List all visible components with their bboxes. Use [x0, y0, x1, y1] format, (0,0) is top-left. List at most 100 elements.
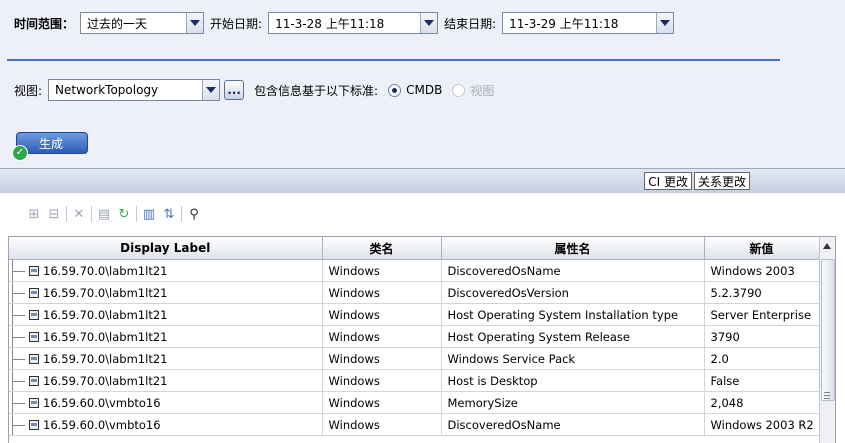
cell-new-value: 3790 — [704, 325, 820, 348]
table-row[interactable]: 16.59.70.0\labm1lt21 Windows DiscoveredOsN… — [9, 259, 820, 282]
browse-view-button[interactable]: ... — [224, 80, 245, 100]
radio-cmdb[interactable]: CMDB — [388, 83, 442, 97]
display-label-text: 16.59.70.0\labm1lt21 — [43, 307, 168, 322]
chevron-down-icon[interactable] — [420, 13, 438, 33]
properties-icon[interactable]: ▤ — [96, 206, 112, 222]
start-date-select[interactable]: 11-3-28 上午11:18 — [268, 12, 439, 34]
ci-node-icon — [29, 288, 39, 298]
display-label-text: 16.59.70.0\labm1lt21 — [43, 285, 168, 300]
tab-bar: CI 更改 关系更改 — [644, 172, 750, 190]
cell-attribute-name: Host Operating System Installation type — [441, 303, 705, 326]
refresh-icon[interactable]: ↻ — [116, 206, 132, 222]
tree-line — [12, 281, 25, 303]
radio-selected-icon — [388, 83, 402, 97]
display-label-text: 16.59.60.0\vmbto16 — [43, 395, 161, 410]
cell-display-label: 16.59.70.0\labm1lt21 — [9, 259, 323, 282]
search-icon[interactable]: ⚲ — [186, 206, 202, 222]
tree-line — [12, 325, 25, 347]
radio-cmdb-label: CMDB — [406, 83, 443, 97]
display-label-text: 16.59.70.0\labm1lt21 — [43, 329, 168, 344]
cell-class-name: Windows — [322, 369, 442, 392]
view-value: NetworkTopology — [55, 83, 159, 97]
generate-label: 生成 — [39, 136, 64, 151]
cell-new-value: False — [704, 369, 820, 392]
end-date-select[interactable]: 11-3-29 上午11:18 — [502, 12, 675, 34]
toolbar-separator — [181, 206, 182, 222]
cell-display-label: 16.59.60.0\vmbto16 — [9, 413, 323, 436]
delete-icon[interactable]: ✕ — [71, 206, 87, 222]
cell-attribute-name: Host is Desktop — [441, 369, 705, 392]
table-row[interactable]: 16.59.60.0\vmbto16 Windows DiscoveredOsNam… — [9, 413, 820, 436]
scrollbar-thumb[interactable] — [821, 259, 835, 401]
tree-line — [12, 303, 25, 325]
cell-class-name: Windows — [322, 325, 442, 348]
cell-attribute-name: Host Operating System Release — [441, 325, 705, 348]
radio-unselected-icon — [452, 83, 466, 97]
ci-changes-table: Display Label 类名 属性名 新值 16.59.70.0\labm1… — [8, 236, 836, 443]
column-header-new-value[interactable]: 新值 — [704, 237, 820, 260]
cell-class-name: Windows — [322, 413, 442, 436]
grid-toolbar: ⊞ ⊟ ✕ ▤ ↻ ▥ ⇅ ⚲ — [26, 204, 206, 224]
view-label: 视图: — [14, 83, 43, 98]
table-row[interactable]: 16.59.70.0\labm1lt21 Windows Host is Deskt… — [9, 369, 820, 392]
ci-node-icon — [29, 266, 39, 276]
cell-attribute-name: DiscoveredOsName — [441, 413, 705, 436]
table-header-row: Display Label 类名 属性名 新值 — [9, 237, 820, 260]
date-range-row: 时间范围： 过去的一天 开始日期: 11-3-28 上午11:18 结束日期: … — [14, 12, 675, 34]
vertical-scrollbar[interactable] — [819, 237, 835, 443]
ci-node-icon — [29, 332, 39, 342]
ci-node-icon — [29, 310, 39, 320]
table-row[interactable]: 16.59.70.0\labm1lt21 Windows Windows Servi… — [9, 347, 820, 370]
time-range-value: 过去的一天 — [87, 16, 148, 31]
section-divider — [7, 59, 780, 61]
column-header-class-name[interactable]: 类名 — [322, 237, 442, 260]
cell-display-label: 16.59.70.0\labm1lt21 — [9, 303, 323, 326]
tree-line — [12, 259, 25, 281]
display-label-text: 16.59.70.0\labm1lt21 — [43, 351, 168, 366]
cell-display-label: 16.59.70.0\labm1lt21 — [9, 281, 323, 304]
scroll-up-icon[interactable] — [823, 243, 831, 249]
columns-icon[interactable]: ▥ — [141, 206, 157, 222]
filter-panel: 时间范围： 过去的一天 开始日期: 11-3-28 上午11:18 结束日期: … — [0, 0, 845, 168]
display-label-text: 16.59.70.0\labm1lt21 — [43, 373, 168, 388]
cell-class-name: Windows — [322, 347, 442, 370]
cell-new-value: 2.0 — [704, 347, 820, 370]
radio-view[interactable]: 视图 — [452, 82, 494, 99]
ci-node-icon — [29, 420, 39, 430]
end-date-value: 11-3-29 上午11:18 — [509, 16, 619, 31]
check-icon: ✓ — [12, 145, 28, 161]
sort-icon[interactable]: ⇅ — [161, 206, 177, 222]
chevron-down-icon[interactable] — [202, 80, 220, 100]
display-label-text: 16.59.60.0\vmbto16 — [43, 417, 161, 432]
start-date-label: 开始日期: — [210, 16, 263, 31]
ci-node-icon — [29, 398, 39, 408]
chevron-down-icon[interactable] — [656, 13, 674, 33]
radio-view-label: 视图 — [470, 83, 495, 98]
column-header-attribute-name[interactable]: 属性名 — [441, 237, 705, 260]
time-range-select[interactable]: 过去的一天 — [80, 12, 205, 34]
table-row[interactable]: 16.59.70.0\labm1lt21 Windows DiscoveredOsV… — [9, 281, 820, 304]
tree-line — [12, 391, 25, 413]
column-header-display-label[interactable]: Display Label — [9, 237, 323, 260]
cell-display-label: 16.59.70.0\labm1lt21 — [9, 325, 323, 348]
view-select[interactable]: NetworkTopology — [48, 79, 221, 101]
table-row[interactable]: 16.59.60.0\vmbto16 Windows MemorySize 2,048 — [9, 391, 820, 414]
cell-class-name: Windows — [322, 303, 442, 326]
toolbar-separator — [136, 206, 137, 222]
cell-attribute-name: DiscoveredOsName — [441, 259, 705, 282]
collapse-all-icon[interactable]: ⊟ — [46, 206, 62, 222]
criteria-label: 包含信息基于以下标准: — [254, 83, 379, 98]
tree-line — [12, 413, 25, 435]
tab-relationship-changes[interactable]: 关系更改 — [693, 172, 750, 190]
ci-node-icon — [29, 376, 39, 386]
view-row: 视图: NetworkTopology ... 包含信息基于以下标准: CMDB… — [14, 79, 494, 101]
table-row[interactable]: 16.59.70.0\labm1lt21 Windows Host Operatin… — [9, 325, 820, 348]
expand-all-icon[interactable]: ⊞ — [26, 206, 42, 222]
start-date-value: 11-3-28 上午11:18 — [275, 16, 385, 31]
table-row[interactable]: 16.59.70.0\labm1lt21 Windows Host Operatin… — [9, 303, 820, 326]
toolbar-separator — [91, 206, 92, 222]
cell-display-label: 16.59.70.0\labm1lt21 — [9, 347, 323, 370]
chevron-down-icon[interactable] — [186, 13, 204, 33]
tab-ci-changes[interactable]: CI 更改 — [644, 172, 692, 190]
ci-node-icon — [29, 354, 39, 364]
